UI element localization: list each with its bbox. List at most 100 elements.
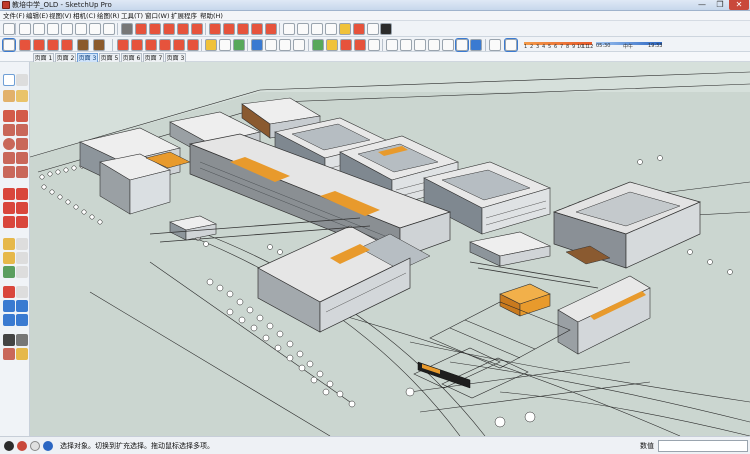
georeference-icon[interactable] — [4, 441, 14, 451]
zoom-extents-tool-icon[interactable] — [293, 39, 305, 51]
orbit-icon[interactable] — [3, 286, 15, 298]
flip-edge-icon[interactable] — [265, 23, 277, 35]
split-icon[interactable] — [191, 23, 203, 35]
pie-icon[interactable] — [16, 166, 28, 178]
axes-tool-icon[interactable] — [233, 39, 245, 51]
menu-help[interactable]: 帮助(H) — [200, 11, 223, 21]
shapes-tool-icon[interactable] — [61, 39, 73, 51]
subtract-icon[interactable] — [163, 23, 175, 35]
zoom-tool-icon[interactable] — [279, 39, 291, 51]
rotate-tool-icon[interactable] — [131, 39, 143, 51]
tape-measure-icon[interactable] — [3, 238, 15, 250]
paint-bucket-icon[interactable] — [16, 90, 28, 102]
xray-icon[interactable] — [121, 23, 133, 35]
pan-icon[interactable] — [16, 286, 28, 298]
text-tool-icon[interactable] — [219, 39, 231, 51]
credits-icon[interactable] — [17, 441, 27, 451]
drape-icon[interactable] — [237, 23, 249, 35]
maximize-button[interactable]: ❐ — [712, 0, 728, 10]
stamp-icon[interactable] — [223, 23, 235, 35]
tape-measure-tool-icon[interactable] — [205, 39, 217, 51]
two-point-arc-icon[interactable] — [16, 152, 28, 164]
offset-tool-icon[interactable] — [93, 39, 105, 51]
menu-tools[interactable]: 工具(T) — [121, 11, 143, 21]
dynamic-components-icon[interactable] — [325, 23, 337, 35]
position-camera-icon[interactable] — [3, 348, 15, 360]
user-icon[interactable] — [30, 441, 40, 451]
extension-warehouse-icon[interactable] — [311, 23, 323, 35]
pencil-tool-icon[interactable] — [33, 39, 45, 51]
rotated-rectangle-icon[interactable] — [16, 124, 28, 136]
help-icon[interactable] — [43, 441, 53, 451]
tab-scene[interactable]: 页面 6 — [121, 53, 142, 62]
components-icon[interactable] — [312, 39, 324, 51]
eraser-icon[interactable] — [3, 90, 15, 102]
tab-scene-active[interactable]: 页面 3 — [77, 53, 98, 62]
open-file-icon[interactable] — [33, 23, 45, 35]
component-icon[interactable] — [16, 74, 28, 86]
warehouse-icon[interactable] — [283, 23, 295, 35]
rotate-icon[interactable] — [3, 202, 15, 214]
menu-draw[interactable]: 绘图(R) — [97, 11, 120, 21]
freehand-icon[interactable] — [16, 110, 28, 122]
text-icon[interactable] — [16, 252, 28, 264]
close-button[interactable]: ✕ — [729, 0, 749, 10]
axes-icon[interactable] — [3, 266, 15, 278]
follow-me-icon[interactable] — [16, 202, 28, 214]
menu-edit[interactable]: 编辑(E) — [26, 11, 48, 21]
smoove-icon[interactable] — [251, 23, 263, 35]
hidden-line-icon[interactable] — [428, 39, 440, 51]
zoom-extents-icon[interactable] — [3, 314, 15, 326]
home-view-icon[interactable] — [47, 23, 59, 35]
layers-icon[interactable] — [354, 39, 366, 51]
show-shadows-icon[interactable] — [489, 39, 501, 51]
menu-camera[interactable]: 相机(C) — [73, 11, 96, 21]
xray-style-icon[interactable] — [386, 39, 398, 51]
intersect-faces-icon[interactable] — [187, 39, 199, 51]
push-pull-tool-icon[interactable] — [77, 39, 89, 51]
arc-tool-icon[interactable] — [47, 39, 59, 51]
front-view-icon[interactable] — [61, 23, 73, 35]
checkbox-icon[interactable] — [367, 23, 379, 35]
share-model-icon[interactable] — [297, 23, 309, 35]
union-icon[interactable] — [149, 23, 161, 35]
back-edges-icon[interactable] — [400, 39, 412, 51]
look-around-icon[interactable] — [16, 334, 28, 346]
scenes-icon[interactable] — [368, 39, 380, 51]
three-point-arc-icon[interactable] — [3, 166, 15, 178]
tab-scene[interactable]: 页面 1 — [33, 53, 54, 62]
intersect-icon[interactable] — [135, 23, 147, 35]
measurements-input[interactable] — [658, 440, 748, 452]
move-icon[interactable] — [3, 188, 15, 200]
dimension-icon[interactable] — [16, 238, 28, 250]
solar-north-icon[interactable] — [339, 23, 351, 35]
wireframe-icon[interactable] — [414, 39, 426, 51]
orbit-tool-icon[interactable] — [251, 39, 263, 51]
menu-window[interactable]: 窗口(W) — [145, 11, 170, 21]
shadow-month-slider[interactable]: 1 2 3 4 5 6 7 8 9 10 11 12 — [524, 38, 593, 50]
zoom-window-icon[interactable] — [16, 300, 28, 312]
follow-me-tool-icon[interactable] — [159, 39, 171, 51]
eraser-tool-icon[interactable] — [19, 39, 31, 51]
previous-view-icon[interactable] — [16, 314, 28, 326]
menu-extensions[interactable]: 扩展程序 — [171, 11, 197, 21]
shadow-time-slider[interactable]: 05:30 中午 19:33 — [596, 38, 662, 50]
monochrome-icon[interactable] — [470, 39, 482, 51]
polygon-icon[interactable] — [16, 138, 28, 150]
circle-icon[interactable] — [3, 138, 15, 150]
campus-model-drawing[interactable] — [30, 62, 750, 436]
new-file-icon[interactable] — [19, 23, 31, 35]
fog-icon[interactable] — [504, 38, 518, 52]
offset-2-tool-icon[interactable] — [173, 39, 185, 51]
location-icon[interactable] — [353, 23, 365, 35]
model-viewport[interactable] — [30, 62, 750, 436]
select-icon[interactable] — [3, 74, 15, 86]
menu-file[interactable]: 文件(F) — [3, 11, 25, 21]
line-icon[interactable] — [3, 110, 15, 122]
walk-icon[interactable] — [3, 334, 15, 346]
offset-icon[interactable] — [16, 216, 28, 228]
layout-icon[interactable] — [380, 23, 392, 35]
move-tool-icon[interactable] — [117, 39, 129, 51]
tab-scene[interactable]: 页面 7 — [143, 53, 164, 62]
three-d-text-icon[interactable] — [16, 266, 28, 278]
